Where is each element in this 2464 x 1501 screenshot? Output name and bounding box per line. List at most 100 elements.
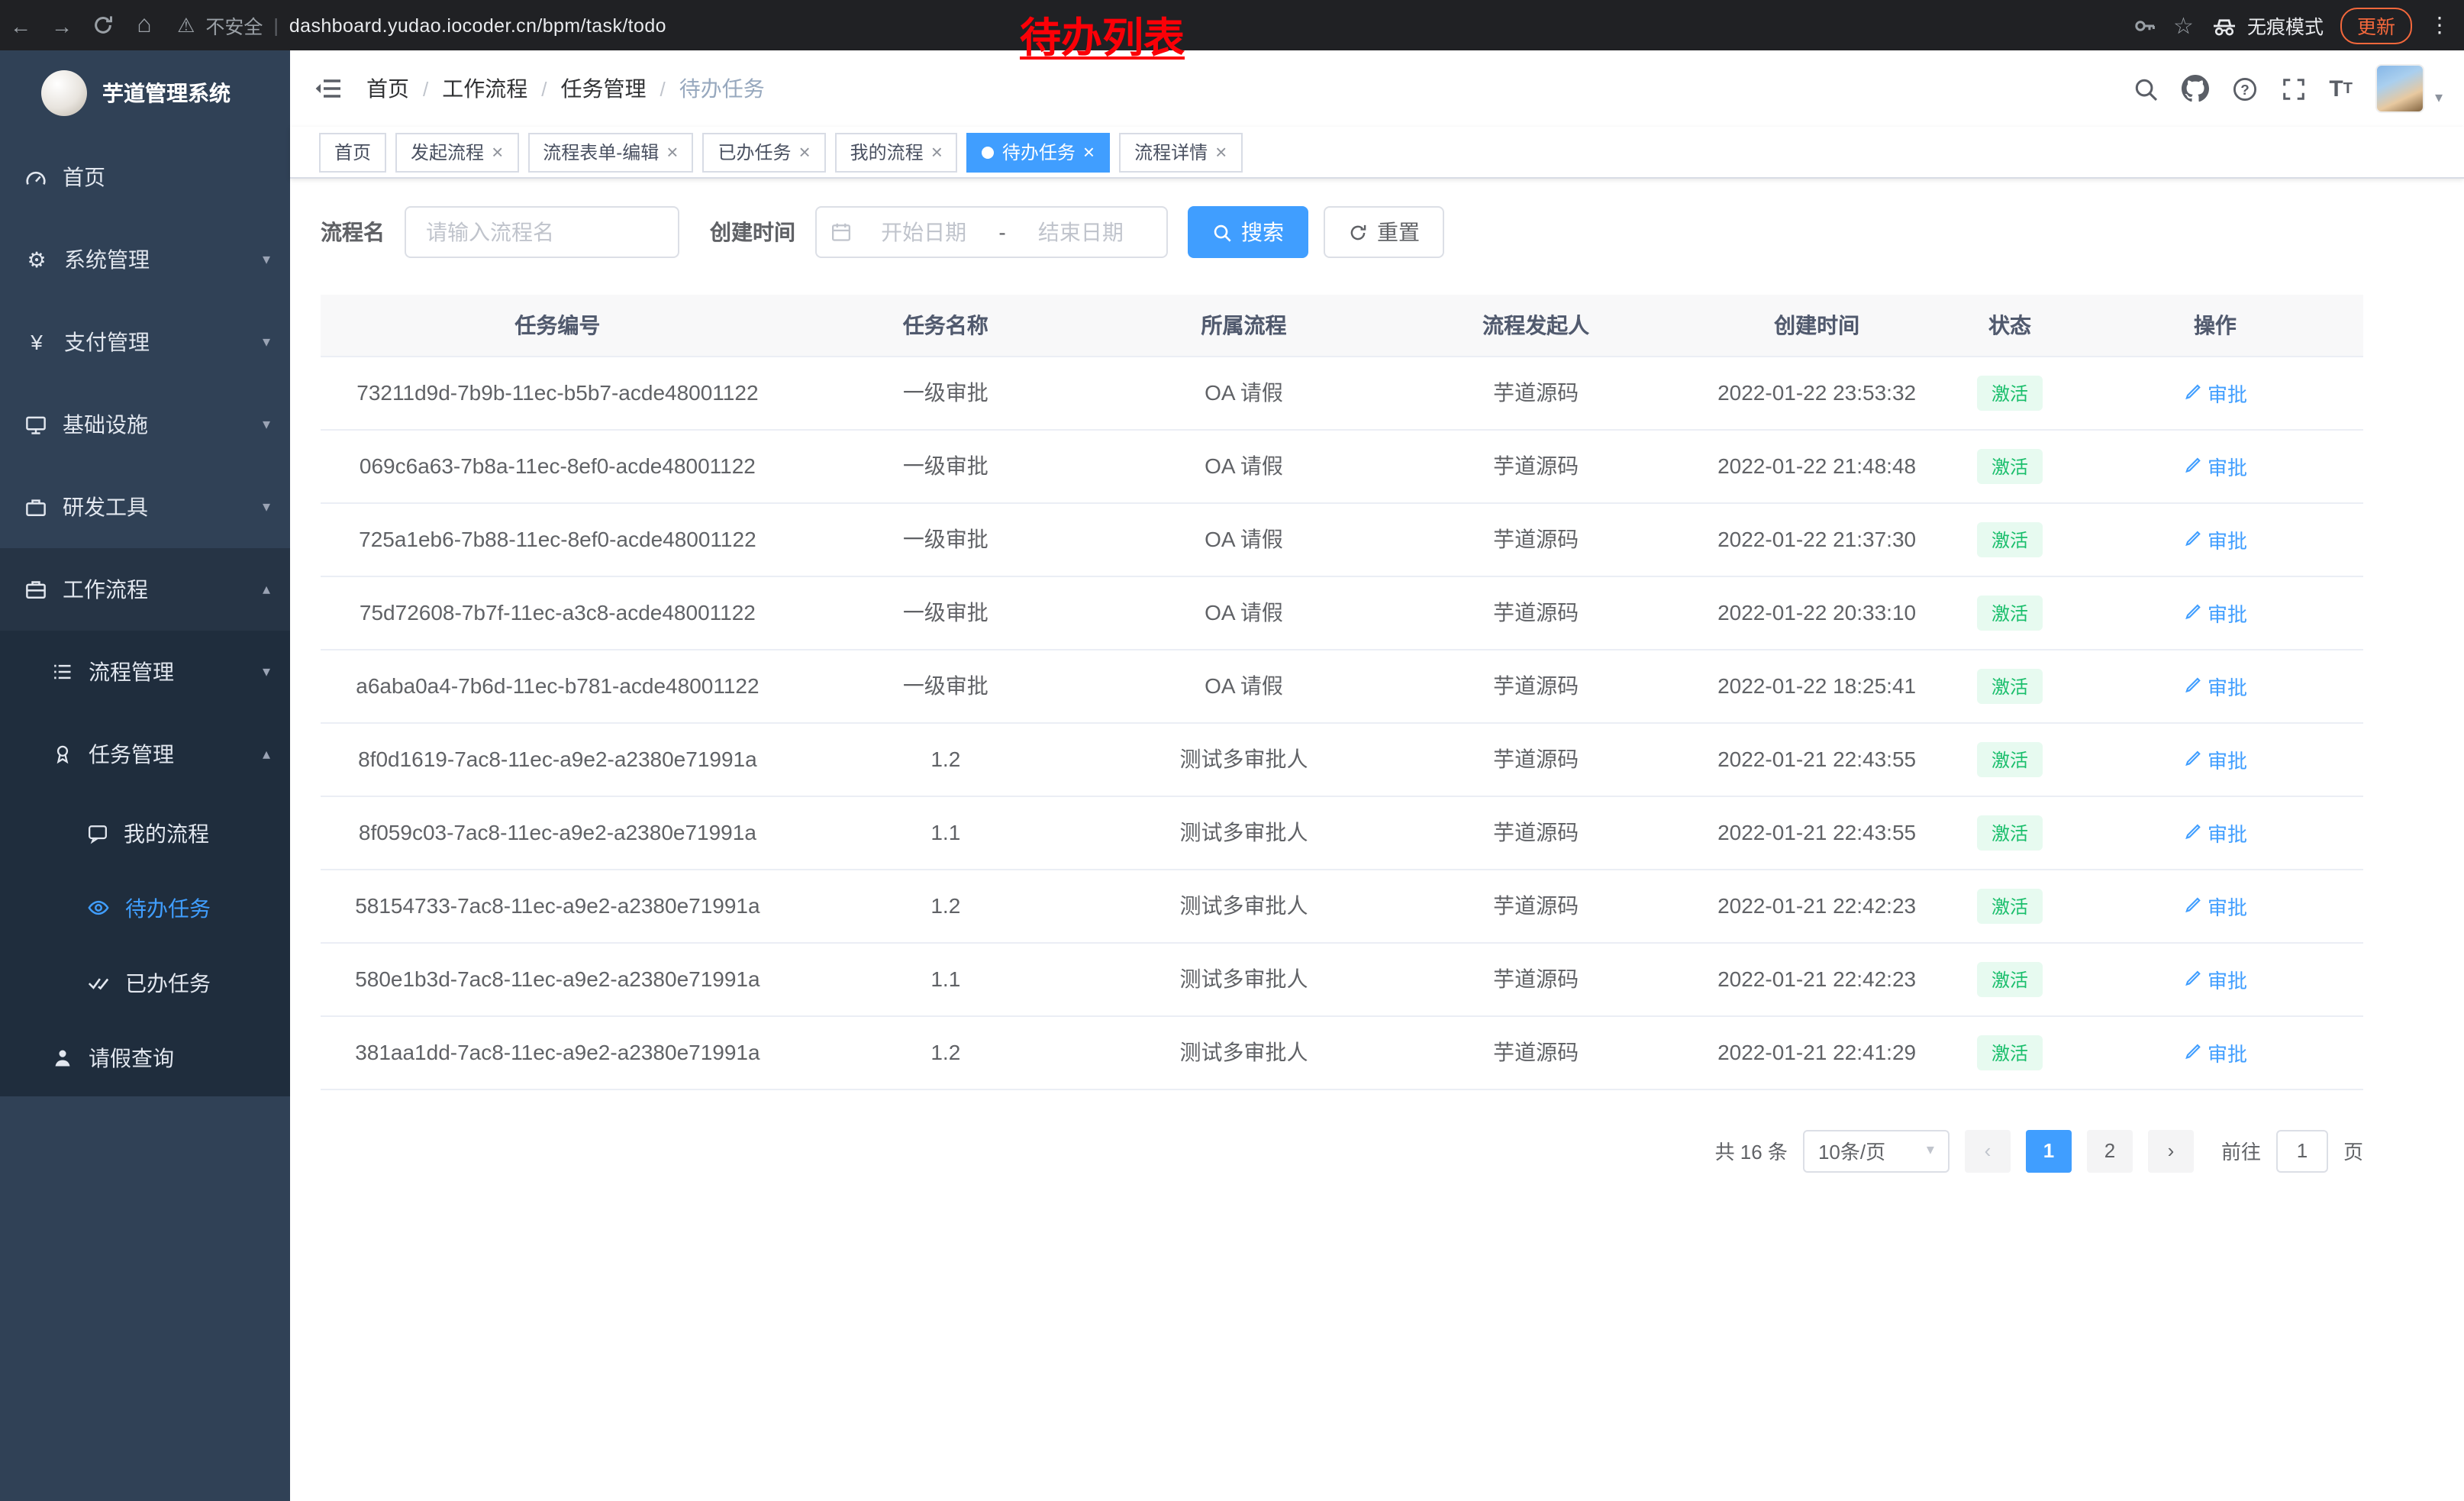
goto-label: 前往 — [2221, 1136, 2261, 1165]
breadcrumb-workflow[interactable]: 工作流程 — [442, 73, 527, 104]
chat-user-icon — [87, 822, 108, 844]
fullscreen-icon[interactable] — [2280, 76, 2306, 102]
workflow-submenu: 流程管理 ▾ 任务管理 ▴ 我的流程 待办任务 — [0, 631, 290, 1096]
approve-link[interactable]: 审批 — [2183, 1038, 2247, 1067]
forward-icon[interactable]: → — [41, 13, 82, 37]
table-row: 58154733-7ac8-11ec-a9e2-a2380e71991a1.2测… — [321, 869, 2363, 942]
sidebar-collapse-icon[interactable] — [290, 76, 366, 101]
github-icon[interactable] — [2181, 75, 2208, 102]
tab-form-edit[interactable]: 流程表单-编辑× — [527, 132, 693, 172]
next-page-button[interactable]: › — [2148, 1129, 2194, 1172]
address-bar[interactable]: ⚠ 不安全 | dashboard.yudao.iocoder.cn/bpm/t… — [177, 11, 666, 40]
tab-done-tasks[interactable]: 已办任务× — [702, 132, 825, 172]
sidebar-item-home[interactable]: 首页 — [0, 136, 290, 218]
help-icon[interactable]: ? — [2231, 76, 2257, 102]
security-label[interactable]: 不安全 — [205, 11, 263, 40]
table-row: a6aba0a4-7b6d-11ec-b781-acde48001122一级审批… — [321, 649, 2363, 722]
breadcrumb-separator: / — [660, 77, 666, 100]
status-badge: 激活 — [1978, 741, 2042, 776]
back-icon[interactable]: ← — [0, 13, 41, 37]
refresh-icon — [1348, 222, 1368, 242]
chevron-up-icon: ▴ — [263, 581, 270, 598]
sidebar-item-task-mgmt[interactable]: 任务管理 ▴ — [0, 713, 290, 796]
col-action: 操作 — [2067, 295, 2363, 356]
tab-process-detail[interactable]: 流程详情× — [1119, 132, 1242, 172]
start-date-placeholder[interactable]: 开始日期 — [852, 217, 995, 247]
search-icon[interactable] — [2132, 76, 2158, 102]
tab-close-icon[interactable]: × — [931, 142, 943, 162]
sidebar-item-leave-query[interactable]: 请假查询 — [0, 1020, 290, 1096]
col-status: 状态 — [1953, 295, 2067, 356]
sidebar-item-payment[interactable]: ¥ 支付管理 ▾ — [0, 301, 290, 383]
tab-start-process[interactable]: 发起流程× — [395, 132, 518, 172]
url-text[interactable]: dashboard.yudao.iocoder.cn/bpm/task/todo — [289, 15, 666, 36]
sidebar-item-workflow[interactable]: 工作流程 ▴ — [0, 548, 290, 631]
reload-icon[interactable] — [82, 14, 124, 37]
app-logo[interactable]: 芋道管理系统 — [0, 50, 290, 136]
avatar-caret-icon[interactable]: ▾ — [2435, 90, 2443, 107]
tab-close-icon[interactable]: × — [1083, 142, 1095, 162]
search-icon — [1212, 222, 1232, 242]
user-avatar[interactable] — [2375, 64, 2424, 113]
sidebar-item-todo-tasks[interactable]: 待办任务 — [0, 870, 290, 945]
tab-todo-tasks[interactable]: 待办任务× — [967, 132, 1110, 172]
workflow-icon — [24, 578, 47, 601]
home-icon[interactable]: ⌂ — [124, 11, 165, 39]
tab-close-icon[interactable]: × — [666, 142, 678, 162]
tab-close-icon[interactable]: × — [492, 142, 503, 162]
edit-icon — [2183, 970, 2201, 988]
reset-button[interactable]: 重置 — [1324, 206, 1444, 258]
date-range-picker[interactable]: 开始日期 - 结束日期 — [815, 206, 1168, 258]
dashboard-icon — [24, 166, 47, 189]
gear-icon: ⚙ — [24, 247, 49, 273]
sidebar-item-system[interactable]: ⚙ 系统管理 ▾ — [0, 218, 290, 301]
edit-icon — [2183, 896, 2201, 915]
sidebar-item-infra[interactable]: 基础设施 ▾ — [0, 383, 290, 466]
prev-page-button[interactable]: ‹ — [1965, 1129, 2011, 1172]
sidebar-item-done-tasks[interactable]: 已办任务 — [0, 945, 290, 1020]
approve-link[interactable]: 审批 — [2183, 891, 2247, 920]
approve-link[interactable]: 审批 — [2183, 378, 2247, 407]
kebab-menu-icon[interactable]: ⋮ — [2429, 12, 2450, 38]
badge-icon — [52, 744, 73, 765]
sidebar-item-my-process[interactable]: 我的流程 — [0, 796, 290, 870]
font-size-icon[interactable]: TT — [2329, 76, 2353, 102]
bookmark-star-icon[interactable]: ☆ — [2173, 11, 2194, 39]
filter-form: 流程名 创建时间 开始日期 - 结束日期 搜索 — [321, 206, 2363, 258]
tab-my-process[interactable]: 我的流程× — [835, 132, 958, 172]
tab-close-icon[interactable]: × — [798, 142, 810, 162]
approve-link[interactable]: 审批 — [2183, 964, 2247, 993]
approve-link[interactable]: 审批 — [2183, 525, 2247, 554]
goto-page-input[interactable] — [2276, 1129, 2328, 1172]
chrome-update-button[interactable]: 更新 — [2340, 7, 2412, 44]
navbar: 首页 / 工作流程 / 任务管理 / 待办任务 ? — [290, 50, 2464, 127]
search-button[interactable]: 搜索 — [1188, 206, 1308, 258]
chevron-down-icon: ▾ — [263, 251, 270, 268]
approve-link[interactable]: 审批 — [2183, 451, 2247, 480]
approve-link[interactable]: 审批 — [2183, 744, 2247, 773]
key-icon[interactable] — [2132, 13, 2156, 37]
page-button-1[interactable]: 1 — [2026, 1129, 2072, 1172]
breadcrumb-home[interactable]: 首页 — [366, 73, 409, 104]
page-size-select[interactable]: 10条/页 ▾ — [1803, 1129, 1950, 1172]
approve-link[interactable]: 审批 — [2183, 818, 2247, 847]
edit-icon — [2183, 750, 2201, 768]
process-name-input[interactable] — [405, 206, 679, 258]
end-date-placeholder[interactable]: 结束日期 — [1009, 217, 1153, 247]
tab-close-icon[interactable]: × — [1215, 142, 1227, 162]
status-badge: 激活 — [1978, 961, 2042, 996]
date-range-separator: - — [995, 220, 1008, 244]
person-icon — [52, 1047, 73, 1069]
breadcrumb-task-mgmt[interactable]: 任务管理 — [561, 73, 647, 104]
page-button-2[interactable]: 2 — [2087, 1129, 2133, 1172]
tab-home[interactable]: 首页 — [319, 132, 386, 172]
sidebar-item-devtools[interactable]: 研发工具 ▾ — [0, 466, 290, 548]
address-separator: | — [273, 15, 279, 36]
create-time-label: 创建时间 — [710, 217, 795, 247]
approve-link[interactable]: 审批 — [2183, 671, 2247, 700]
approve-link[interactable]: 审批 — [2183, 598, 2247, 627]
sidebar-item-process-mgmt[interactable]: 流程管理 ▾ — [0, 631, 290, 713]
chevron-down-icon: ▾ — [263, 499, 270, 515]
table-row: 725a1eb6-7b88-11ec-8ef0-acde48001122一级审批… — [321, 502, 2363, 576]
todo-task-table: 任务编号 任务名称 所属流程 流程发起人 创建时间 状态 操作 73211d9d… — [321, 295, 2363, 1089]
